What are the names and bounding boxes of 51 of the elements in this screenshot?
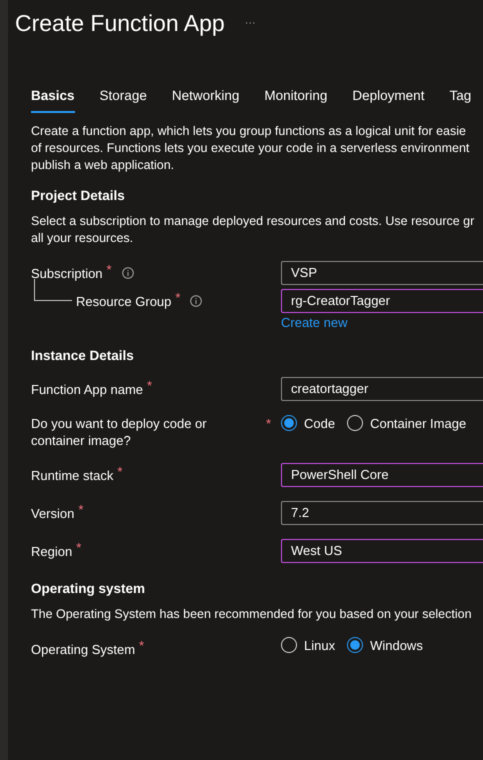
radio-button[interactable] xyxy=(347,637,364,653)
info-icon[interactable] xyxy=(122,267,134,279)
required-mark: * xyxy=(147,377,152,394)
description-line: Create a function app, which lets you group functions as a logical unit for easie xyxy=(31,123,467,140)
field-label: Runtime stack xyxy=(31,466,114,484)
required-mark: * xyxy=(106,261,112,278)
description-line: Select a subscription to manage deployed resources and costs. Use resource gr xyxy=(31,213,476,230)
description-line: all your resources. xyxy=(31,230,134,247)
tab[interactable]: Deployment xyxy=(352,88,424,113)
field-label: Region xyxy=(31,542,72,560)
more-button[interactable]: ··· xyxy=(244,17,256,29)
description-line: The Operating System has been recommended for you based on your selection xyxy=(31,606,473,623)
radio-button[interactable] xyxy=(281,415,297,431)
required-mark: * xyxy=(78,501,84,518)
tab[interactable]: Tag xyxy=(449,88,472,113)
tree-connector xyxy=(34,279,72,301)
required-mark: * xyxy=(266,415,271,432)
radio-button[interactable] xyxy=(281,637,297,653)
description-line: of resources. Functions lets you execute your code in a serverless environment xyxy=(31,140,470,157)
section-heading: Operating system xyxy=(31,581,146,596)
dropdown-field[interactable]: VSP xyxy=(281,261,483,285)
description-line: publish a web application. xyxy=(31,157,176,174)
radio-button[interactable] xyxy=(347,415,364,431)
radio-label: Windows xyxy=(370,638,423,652)
field-label: Function App name xyxy=(31,380,144,398)
field-label: Resource Group xyxy=(76,292,172,310)
required-mark: * xyxy=(175,289,180,306)
tab[interactable]: Networking xyxy=(172,88,240,113)
dropdown-field[interactable]: 7.2 xyxy=(281,501,483,525)
create-new-link[interactable]: Create new xyxy=(281,315,483,330)
required-mark: * xyxy=(76,539,82,556)
info-icon[interactable] xyxy=(190,295,202,307)
required-mark: * xyxy=(117,463,122,480)
field-label: Version xyxy=(31,504,74,522)
section-heading: Instance Details xyxy=(31,348,135,363)
tab[interactable]: Storage xyxy=(100,88,147,113)
dropdown-field[interactable]: rg-CreatorTagger xyxy=(281,289,483,313)
input-field[interactable]: creatortagger xyxy=(281,377,483,401)
required-mark: * xyxy=(139,637,144,654)
dropdown-field[interactable]: PowerShell Core xyxy=(281,463,483,487)
tab[interactable]: Monitoring xyxy=(264,88,328,113)
radio-label: Code xyxy=(304,416,336,430)
dropdown-field[interactable]: West US xyxy=(281,539,483,563)
field-label: Operating System xyxy=(31,640,136,658)
page-title: Create Function App xyxy=(15,10,225,36)
radio-label: Container Image xyxy=(370,416,466,430)
field-label: Do you want to deploy code or container image? xyxy=(31,415,208,449)
section-heading: Project Details xyxy=(31,188,126,203)
radio-label: Linux xyxy=(304,638,336,652)
field-label: Subscription xyxy=(31,264,103,282)
tab[interactable]: Basics xyxy=(31,88,75,113)
